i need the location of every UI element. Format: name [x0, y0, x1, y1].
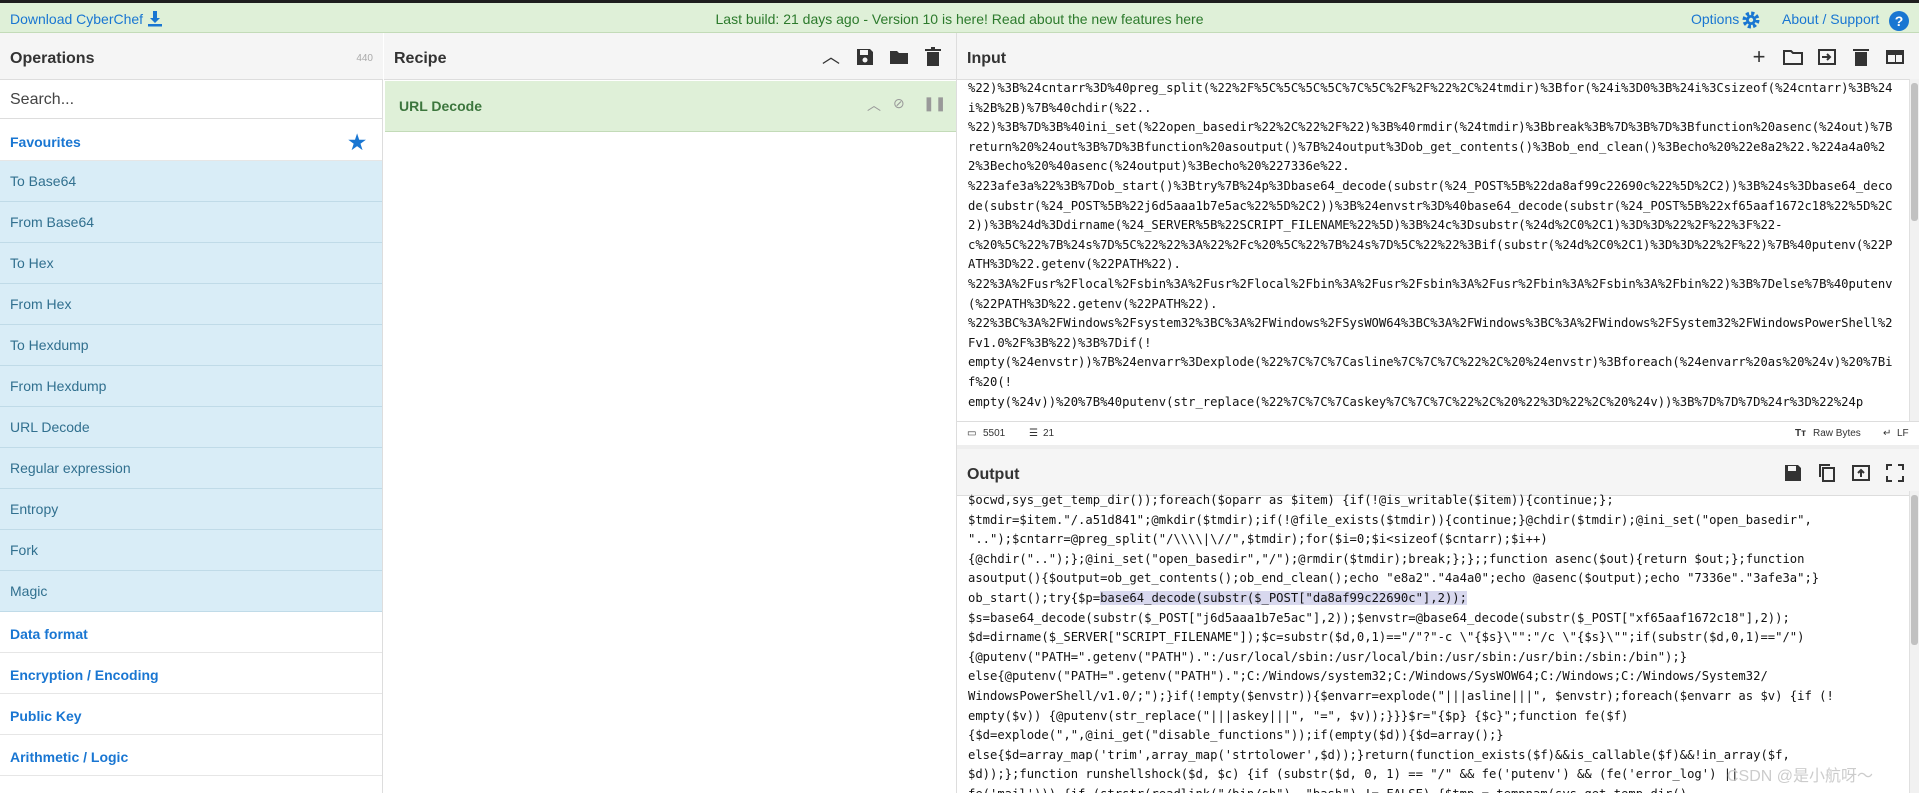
- raw-bytes-label[interactable]: Raw Bytes: [1813, 428, 1861, 439]
- category-label: Encryption / Encoding: [10, 667, 159, 683]
- op-item[interactable]: URL Decode: [0, 407, 382, 448]
- scrollbar-thumb[interactable]: [1911, 495, 1918, 645]
- chevron-up-icon[interactable]: ︿: [820, 46, 842, 68]
- maximize-icon[interactable]: [1884, 462, 1906, 484]
- version-notice[interactable]: Last build: 21 days ago - Version 10 is …: [0, 11, 1919, 27]
- disable-icon[interactable]: ⊘: [893, 95, 905, 112]
- category-favourites[interactable]: Favourites ★: [0, 120, 382, 161]
- recipe-panel: [384, 33, 957, 793]
- op-item[interactable]: From Base64: [0, 202, 382, 243]
- open-folder-icon[interactable]: [1782, 46, 1804, 68]
- op-item[interactable]: Regular expression: [0, 448, 382, 489]
- category-encryption-encoding[interactable]: Encryption / Encoding: [0, 653, 382, 694]
- open-file-icon[interactable]: [1816, 46, 1838, 68]
- star-icon[interactable]: ★: [348, 130, 366, 155]
- text-encoding-icon[interactable]: Tт: [1795, 428, 1806, 439]
- op-item-label: To Base64: [10, 173, 77, 189]
- op-item[interactable]: Fork: [0, 530, 382, 571]
- op-item[interactable]: From Hexdump: [0, 366, 382, 407]
- category-data-format[interactable]: Data format: [0, 612, 382, 653]
- input-scrollbar[interactable]: [1909, 79, 1919, 421]
- operations-title: Operations: [10, 50, 95, 67]
- op-item-label: From Base64: [10, 214, 95, 230]
- op-item-label: Regular expression: [10, 460, 131, 476]
- op-item-label: URL Decode: [10, 419, 90, 435]
- folder-icon[interactable]: [888, 46, 910, 68]
- category-public-key[interactable]: Public Key: [0, 694, 382, 735]
- char-count-icon: ▭: [967, 428, 977, 439]
- output-scrollbar[interactable]: [1909, 491, 1919, 793]
- pause-icon[interactable]: ❚❚: [923, 95, 946, 112]
- output-highlight: base64_decode(substr($_POST["da8af99c226…: [1100, 590, 1467, 605]
- operations-count: 440: [356, 53, 373, 64]
- category-label: Arithmetic / Logic: [10, 749, 129, 765]
- output-text-after: $s=base64_decode(substr($_POST["j6d5aaa1…: [968, 610, 1834, 793]
- replace-input-icon[interactable]: [1850, 462, 1872, 484]
- category-label: Favourites: [10, 134, 81, 150]
- copy-icon[interactable]: [1816, 462, 1838, 484]
- line-count: 21: [1043, 428, 1055, 439]
- category-arithmetic-logic[interactable]: Arithmetic / Logic: [0, 735, 382, 776]
- char-count: 5501: [983, 428, 1006, 439]
- category-label: Public Key: [10, 708, 82, 724]
- category-label: Data format: [10, 626, 88, 642]
- trash-icon[interactable]: [922, 46, 944, 68]
- plus-icon[interactable]: +: [1748, 46, 1770, 68]
- about-support-link[interactable]: About / Support: [1782, 11, 1879, 27]
- save-icon[interactable]: [854, 46, 876, 68]
- watermark: CSDN @是小航呀～: [1727, 768, 1874, 785]
- trash-icon[interactable]: [1850, 46, 1872, 68]
- line-count-icon: ☰: [1029, 428, 1038, 439]
- input-header: Input +: [957, 33, 1919, 80]
- operations-header: Operations 440: [0, 33, 383, 80]
- top-banner: Download CyberChef Last build: 21 days a…: [0, 0, 1919, 33]
- chevron-up-icon[interactable]: ︿: [867, 95, 881, 115]
- input-textarea[interactable]: %22)%3B%24cntarr%3D%40preg_split(%22%2F%…: [957, 79, 1908, 419]
- input-status-bar: ▭ 5501 ☰ 21 Tт Raw Bytes ↵ LF: [957, 421, 1919, 445]
- help-icon[interactable]: ?: [1889, 11, 1909, 31]
- op-item[interactable]: Magic: [0, 571, 382, 612]
- scrollbar-thumb[interactable]: [1911, 83, 1918, 221]
- recipe-operation-name: URL Decode: [399, 98, 482, 114]
- output-textarea[interactable]: $ocwd,sys_get_temp_dir());foreach($oparr…: [957, 491, 1908, 793]
- op-item-label: Fork: [10, 542, 38, 558]
- output-text-before: $ocwd,sys_get_temp_dir());foreach($oparr…: [968, 493, 1820, 605]
- gear-icon[interactable]: [1741, 10, 1761, 30]
- op-item[interactable]: To Hex: [0, 243, 382, 284]
- output-title: Output: [967, 466, 1020, 483]
- op-item-label: Entropy: [10, 501, 59, 517]
- op-item-label: To Hexdump: [10, 337, 89, 353]
- input-title: Input: [967, 50, 1007, 67]
- op-item[interactable]: From Hex: [0, 284, 382, 325]
- recipe-operation[interactable]: URL Decode ︿ ⊘ ❚❚: [385, 81, 956, 132]
- eol-label[interactable]: LF: [1897, 428, 1909, 439]
- output-header: Output: [957, 449, 1919, 496]
- op-item[interactable]: To Hexdump: [0, 325, 382, 366]
- options-link[interactable]: Options: [1691, 11, 1739, 27]
- op-item[interactable]: Entropy: [0, 489, 382, 530]
- op-item-label: From Hex: [10, 296, 72, 312]
- eol-icon[interactable]: ↵: [1883, 428, 1891, 439]
- save-icon[interactable]: [1782, 462, 1804, 484]
- operations-search-input[interactable]: [0, 81, 382, 119]
- layout-icon[interactable]: [1884, 46, 1906, 68]
- op-item[interactable]: To Base64: [0, 161, 382, 202]
- recipe-header: Recipe ︿: [384, 33, 956, 80]
- op-item-label: Magic: [10, 583, 48, 599]
- op-item-label: From Hexdump: [10, 378, 107, 394]
- recipe-title: Recipe: [394, 50, 447, 67]
- op-item-label: To Hex: [10, 255, 54, 271]
